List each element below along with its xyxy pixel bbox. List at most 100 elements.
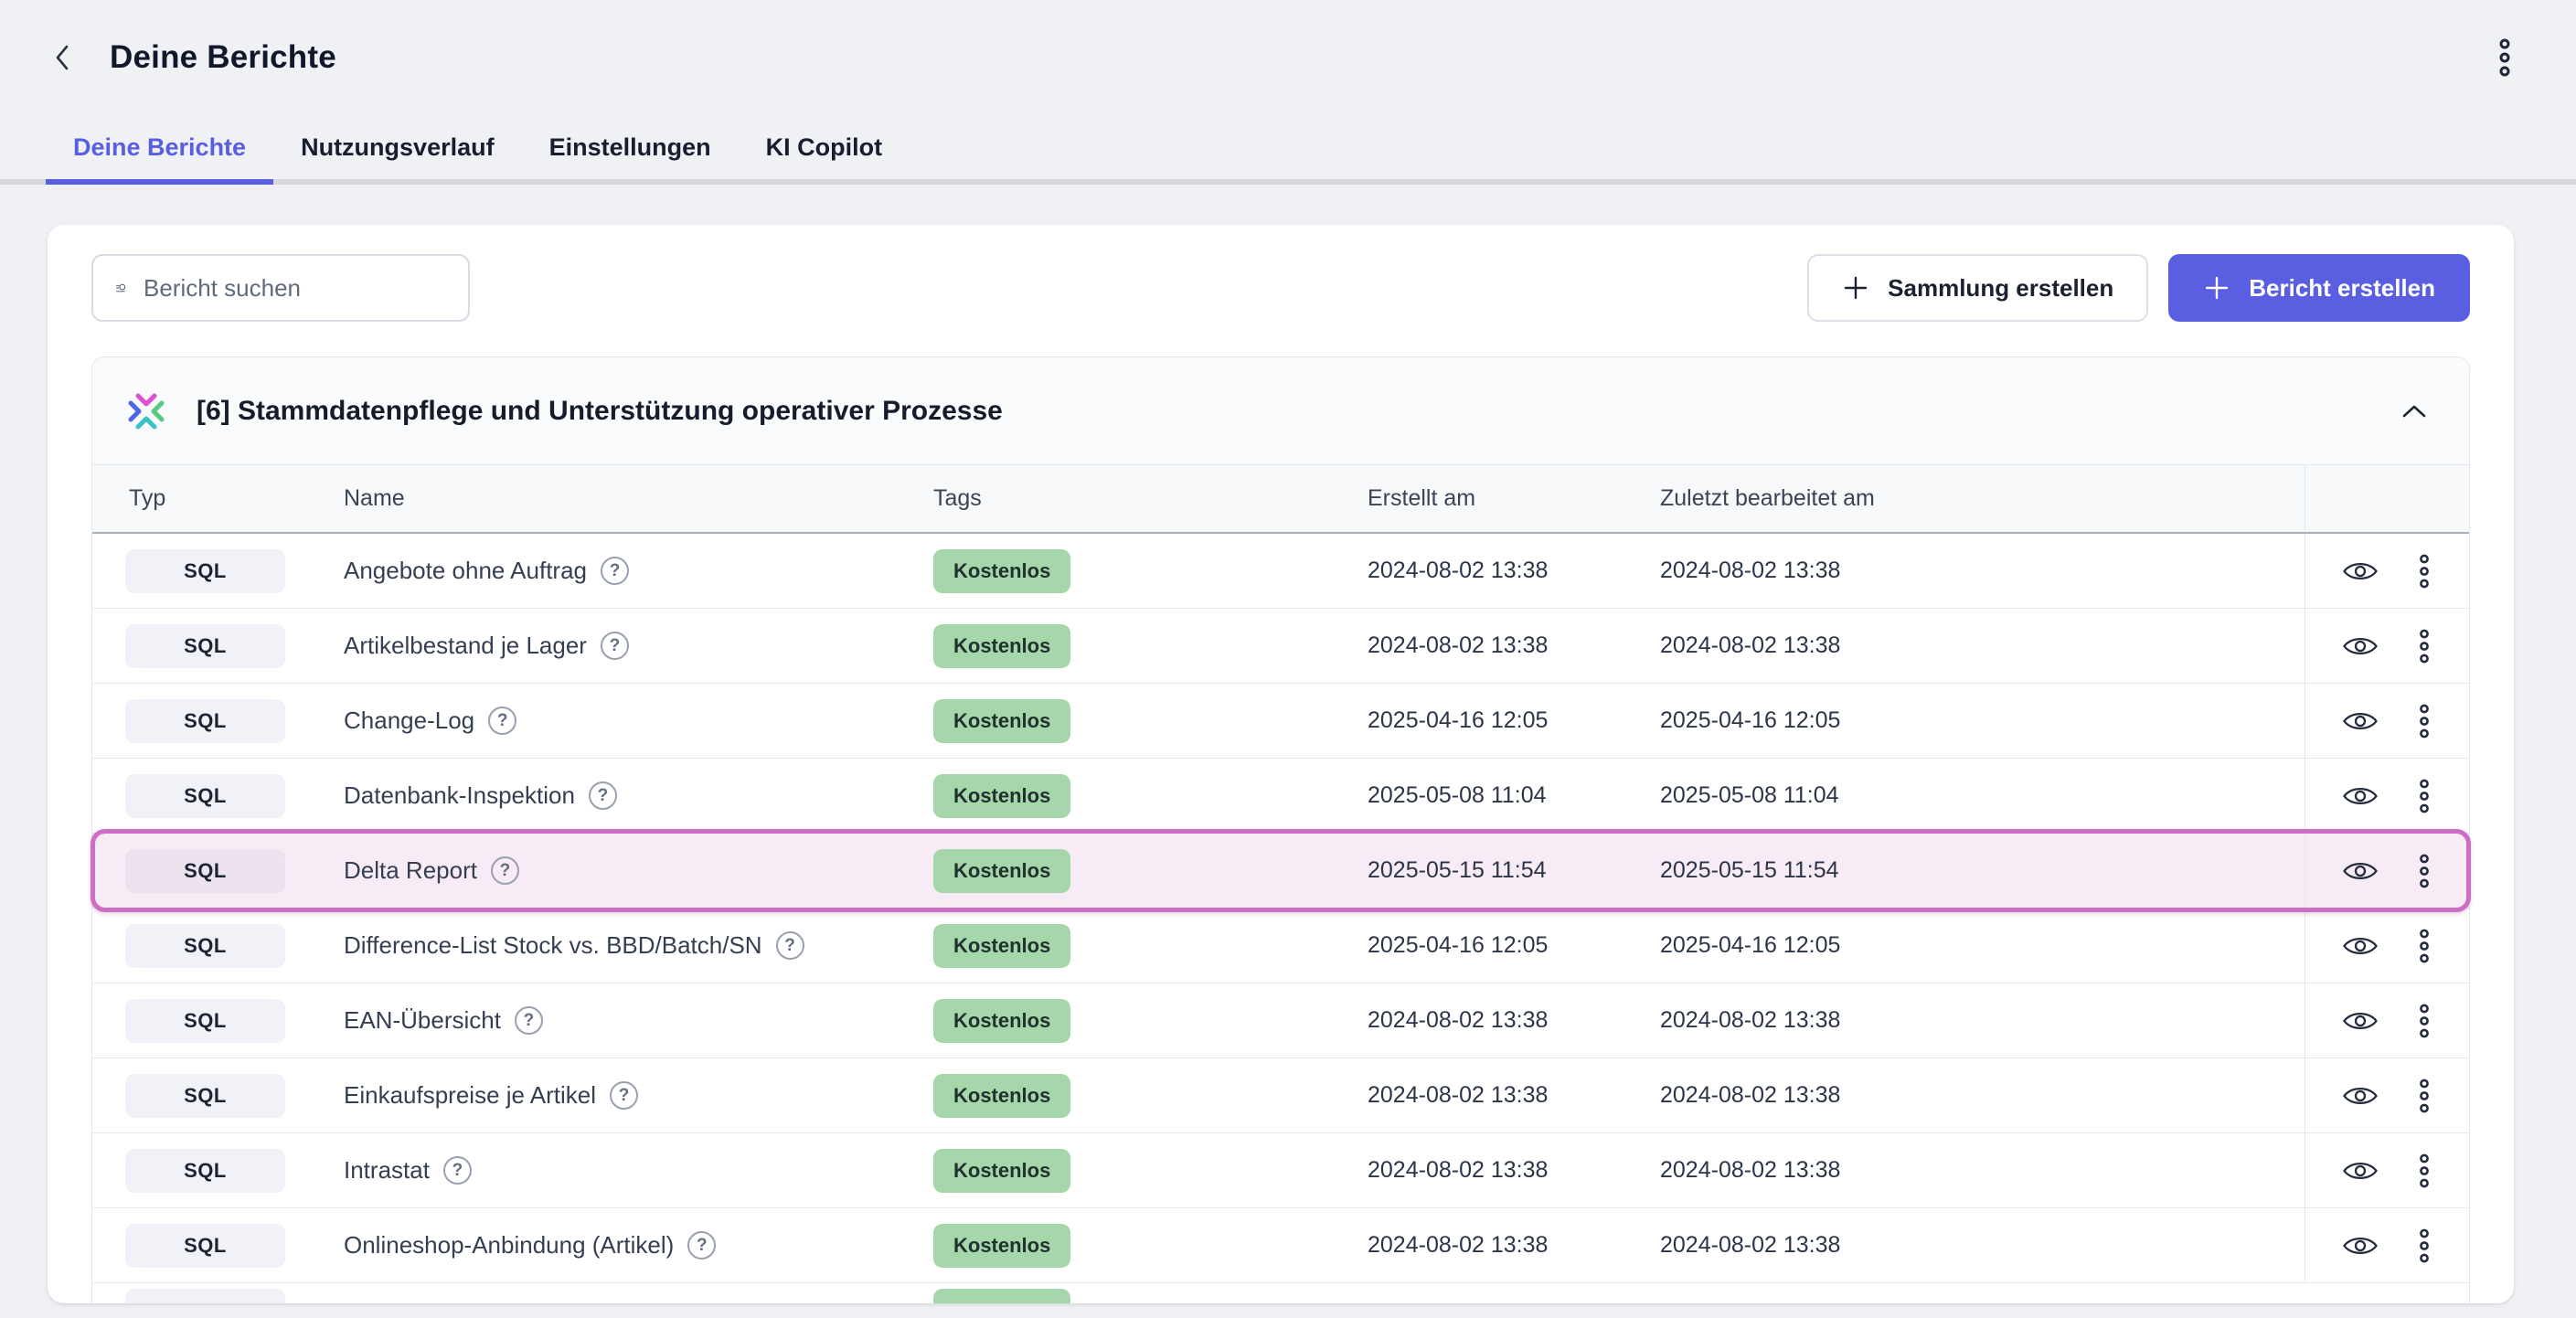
view-report-button[interactable] <box>2342 783 2379 809</box>
view-report-button[interactable] <box>2342 708 2379 734</box>
eye-icon <box>2342 708 2379 734</box>
help-icon[interactable]: ? <box>443 1156 472 1185</box>
help-icon[interactable]: ? <box>610 1081 638 1110</box>
report-name: Difference-List Stock vs. BBD/Batch/SN <box>344 931 762 960</box>
table-row-change-log[interactable]: SQL Change-Log ? Kostenlos 2025-04-16 12… <box>92 684 2469 759</box>
kebab-vertical-icon <box>2419 704 2430 739</box>
search-icon <box>115 272 127 303</box>
type-badge: SQL <box>125 999 285 1043</box>
view-report-button[interactable] <box>2342 633 2379 659</box>
tag-badge: Kostenlos <box>933 1149 1070 1193</box>
table-row-angebote-ohne-auftrag[interactable]: SQL Angebote ohne Auftrag ? Kostenlos 20… <box>92 534 2469 609</box>
modified-at: 2024-08-02 13:38 <box>1655 534 2305 608</box>
help-icon[interactable]: ? <box>776 931 804 960</box>
row-menu-button[interactable] <box>2419 629 2430 664</box>
view-report-button[interactable] <box>2342 558 2379 584</box>
modified-at: 2024-08-02 13:38 <box>1655 1058 2305 1132</box>
row-menu-button[interactable] <box>2419 704 2430 739</box>
eye-icon <box>2342 783 2379 809</box>
tag-badge: Kostenlos <box>933 999 1070 1043</box>
help-icon[interactable]: ? <box>491 856 519 885</box>
table-row-datenbank-inspektion[interactable]: SQL Datenbank-Inspektion ? Kostenlos 202… <box>92 759 2469 834</box>
table-row-partial[interactable]: SQL Kostenlos <box>92 1285 2469 1303</box>
table-header-row: TypNameTagsErstellt amZuletzt bearbeitet… <box>92 464 2469 534</box>
table-row-delta-report[interactable]: SQL Delta Report ? Kostenlos 2025-05-15 … <box>92 834 2469 909</box>
page-header: Deine Berichte <box>0 0 2576 115</box>
collection-title: [6] Stammdatenpflege und Unterstützung o… <box>197 396 1003 427</box>
report-name: Onlineshop-Anbindung (Artikel) <box>344 1231 674 1260</box>
view-report-button[interactable] <box>2342 1233 2379 1259</box>
type-badge: SQL <box>125 549 285 593</box>
eye-icon <box>2342 1083 2379 1109</box>
row-menu-button[interactable] <box>2419 554 2430 589</box>
create-collection-button[interactable]: Sammlung erstellen <box>1807 254 2148 322</box>
tab-nutzungsverlauf[interactable]: Nutzungsverlauf <box>273 115 522 179</box>
row-menu-button[interactable] <box>2419 929 2430 963</box>
help-icon[interactable]: ? <box>601 557 629 585</box>
created-at: 2025-05-15 11:54 <box>1363 834 1655 908</box>
collection-section: [6] Stammdatenpflege und Unterstützung o… <box>91 356 2470 1303</box>
created-at: 2024-08-02 13:38 <box>1363 1208 1655 1282</box>
row-menu-button[interactable] <box>2419 779 2430 813</box>
kebab-vertical-icon <box>2419 1079 2430 1113</box>
page-menu-button[interactable] <box>2485 37 2525 78</box>
back-button[interactable] <box>44 39 80 76</box>
created-at: 2024-08-02 13:38 <box>1363 1058 1655 1132</box>
app-screen: Deine Berichte Deine BerichteNutzungsver… <box>0 0 2576 1318</box>
view-report-button[interactable] <box>2342 1083 2379 1109</box>
tab-einstellungen[interactable]: Einstellungen <box>522 115 739 179</box>
kebab-vertical-icon <box>2419 929 2430 963</box>
help-icon[interactable]: ? <box>687 1231 716 1260</box>
column-header-name: Name <box>344 465 929 532</box>
create-report-label: Bericht erstellen <box>2249 274 2435 303</box>
view-report-button[interactable] <box>2342 1158 2379 1184</box>
column-header-tags: Tags <box>929 465 1363 532</box>
row-menu-button[interactable] <box>2419 1079 2430 1113</box>
row-menu-button[interactable] <box>2419 1228 2430 1263</box>
row-menu-button[interactable] <box>2419 1004 2430 1038</box>
table-row-onlineshop-anbindung-artikel[interactable]: SQL Onlineshop-Anbindung (Artikel) ? Kos… <box>92 1208 2469 1283</box>
view-report-button[interactable] <box>2342 933 2379 959</box>
tag-badge: Kostenlos <box>933 549 1070 593</box>
row-menu-button[interactable] <box>2419 854 2430 888</box>
tag-badge: Kostenlos <box>933 774 1070 818</box>
view-report-button[interactable] <box>2342 858 2379 884</box>
report-name: Intrastat <box>344 1156 430 1185</box>
column-header-actions <box>2305 465 2465 532</box>
table-row-difference-list-stock-vs-bbd-batch-sn[interactable]: SQL Difference-List Stock vs. BBD/Batch/… <box>92 909 2469 983</box>
column-header-erstellt-am: Erstellt am <box>1363 465 1655 532</box>
tab-ki-copilot[interactable]: KI Copilot <box>739 115 910 179</box>
tag-badge: Kostenlos <box>933 699 1070 743</box>
type-badge: SQL <box>125 849 285 893</box>
type-badge: SQL <box>125 1289 285 1303</box>
modified-at: 2025-05-08 11:04 <box>1655 759 2305 833</box>
tab-deine-berichte[interactable]: Deine Berichte <box>46 115 273 179</box>
table-row-intrastat[interactable]: SQL Intrastat ? Kostenlos 2024-08-02 13:… <box>92 1133 2469 1208</box>
create-report-button[interactable]: Bericht erstellen <box>2168 254 2470 322</box>
type-badge: SQL <box>125 1074 285 1118</box>
eye-icon <box>2342 1233 2379 1259</box>
table-row-artikelbestand-je-lager[interactable]: SQL Artikelbestand je Lager ? Kostenlos … <box>92 609 2469 684</box>
help-icon[interactable]: ? <box>488 707 516 735</box>
search-box[interactable] <box>91 254 470 322</box>
report-name: Einkaufspreise je Artikel <box>344 1081 596 1110</box>
search-input[interactable] <box>144 274 450 303</box>
report-name: Datenbank-Inspektion <box>344 781 575 810</box>
modified-at: 2025-04-16 12:05 <box>1655 909 2305 983</box>
help-icon[interactable]: ? <box>515 1006 543 1035</box>
collection-header[interactable]: [6] Stammdatenpflege und Unterstützung o… <box>92 357 2469 464</box>
modified-at: 2024-08-02 13:38 <box>1655 1133 2305 1207</box>
collapse-section-button[interactable] <box>2394 391 2434 431</box>
view-report-button[interactable] <box>2342 1008 2379 1034</box>
row-menu-button[interactable] <box>2419 1153 2430 1188</box>
help-icon[interactable]: ? <box>589 781 617 810</box>
report-name: Angebote ohne Auftrag <box>344 557 587 585</box>
type-badge: SQL <box>125 1149 285 1193</box>
modified-at: 2024-08-02 13:38 <box>1655 983 2305 1058</box>
create-collection-label: Sammlung erstellen <box>1888 274 2113 303</box>
table-row-ean-bersicht[interactable]: SQL EAN-Übersicht ? Kostenlos 2024-08-02… <box>92 983 2469 1058</box>
help-icon[interactable]: ? <box>601 632 629 660</box>
created-at: 2024-08-02 13:38 <box>1363 983 1655 1058</box>
table-row-einkaufspreise-je-artikel[interactable]: SQL Einkaufspreise je Artikel ? Kostenlo… <box>92 1058 2469 1133</box>
tag-badge: Kostenlos <box>933 1074 1070 1118</box>
